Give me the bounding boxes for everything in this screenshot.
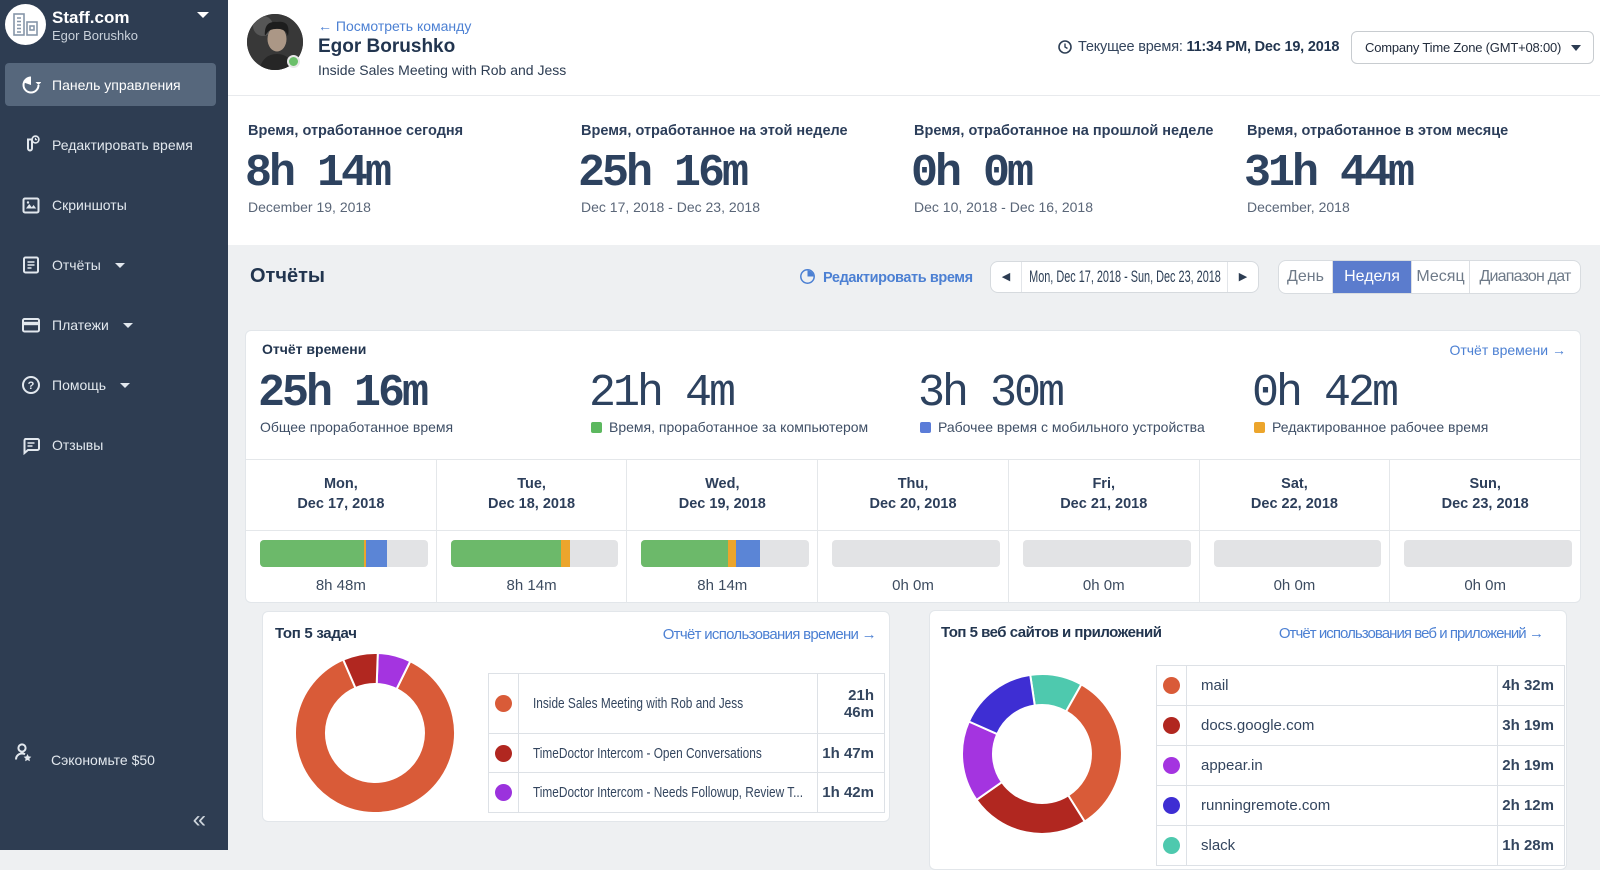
svg-text:?: ? (28, 380, 35, 392)
